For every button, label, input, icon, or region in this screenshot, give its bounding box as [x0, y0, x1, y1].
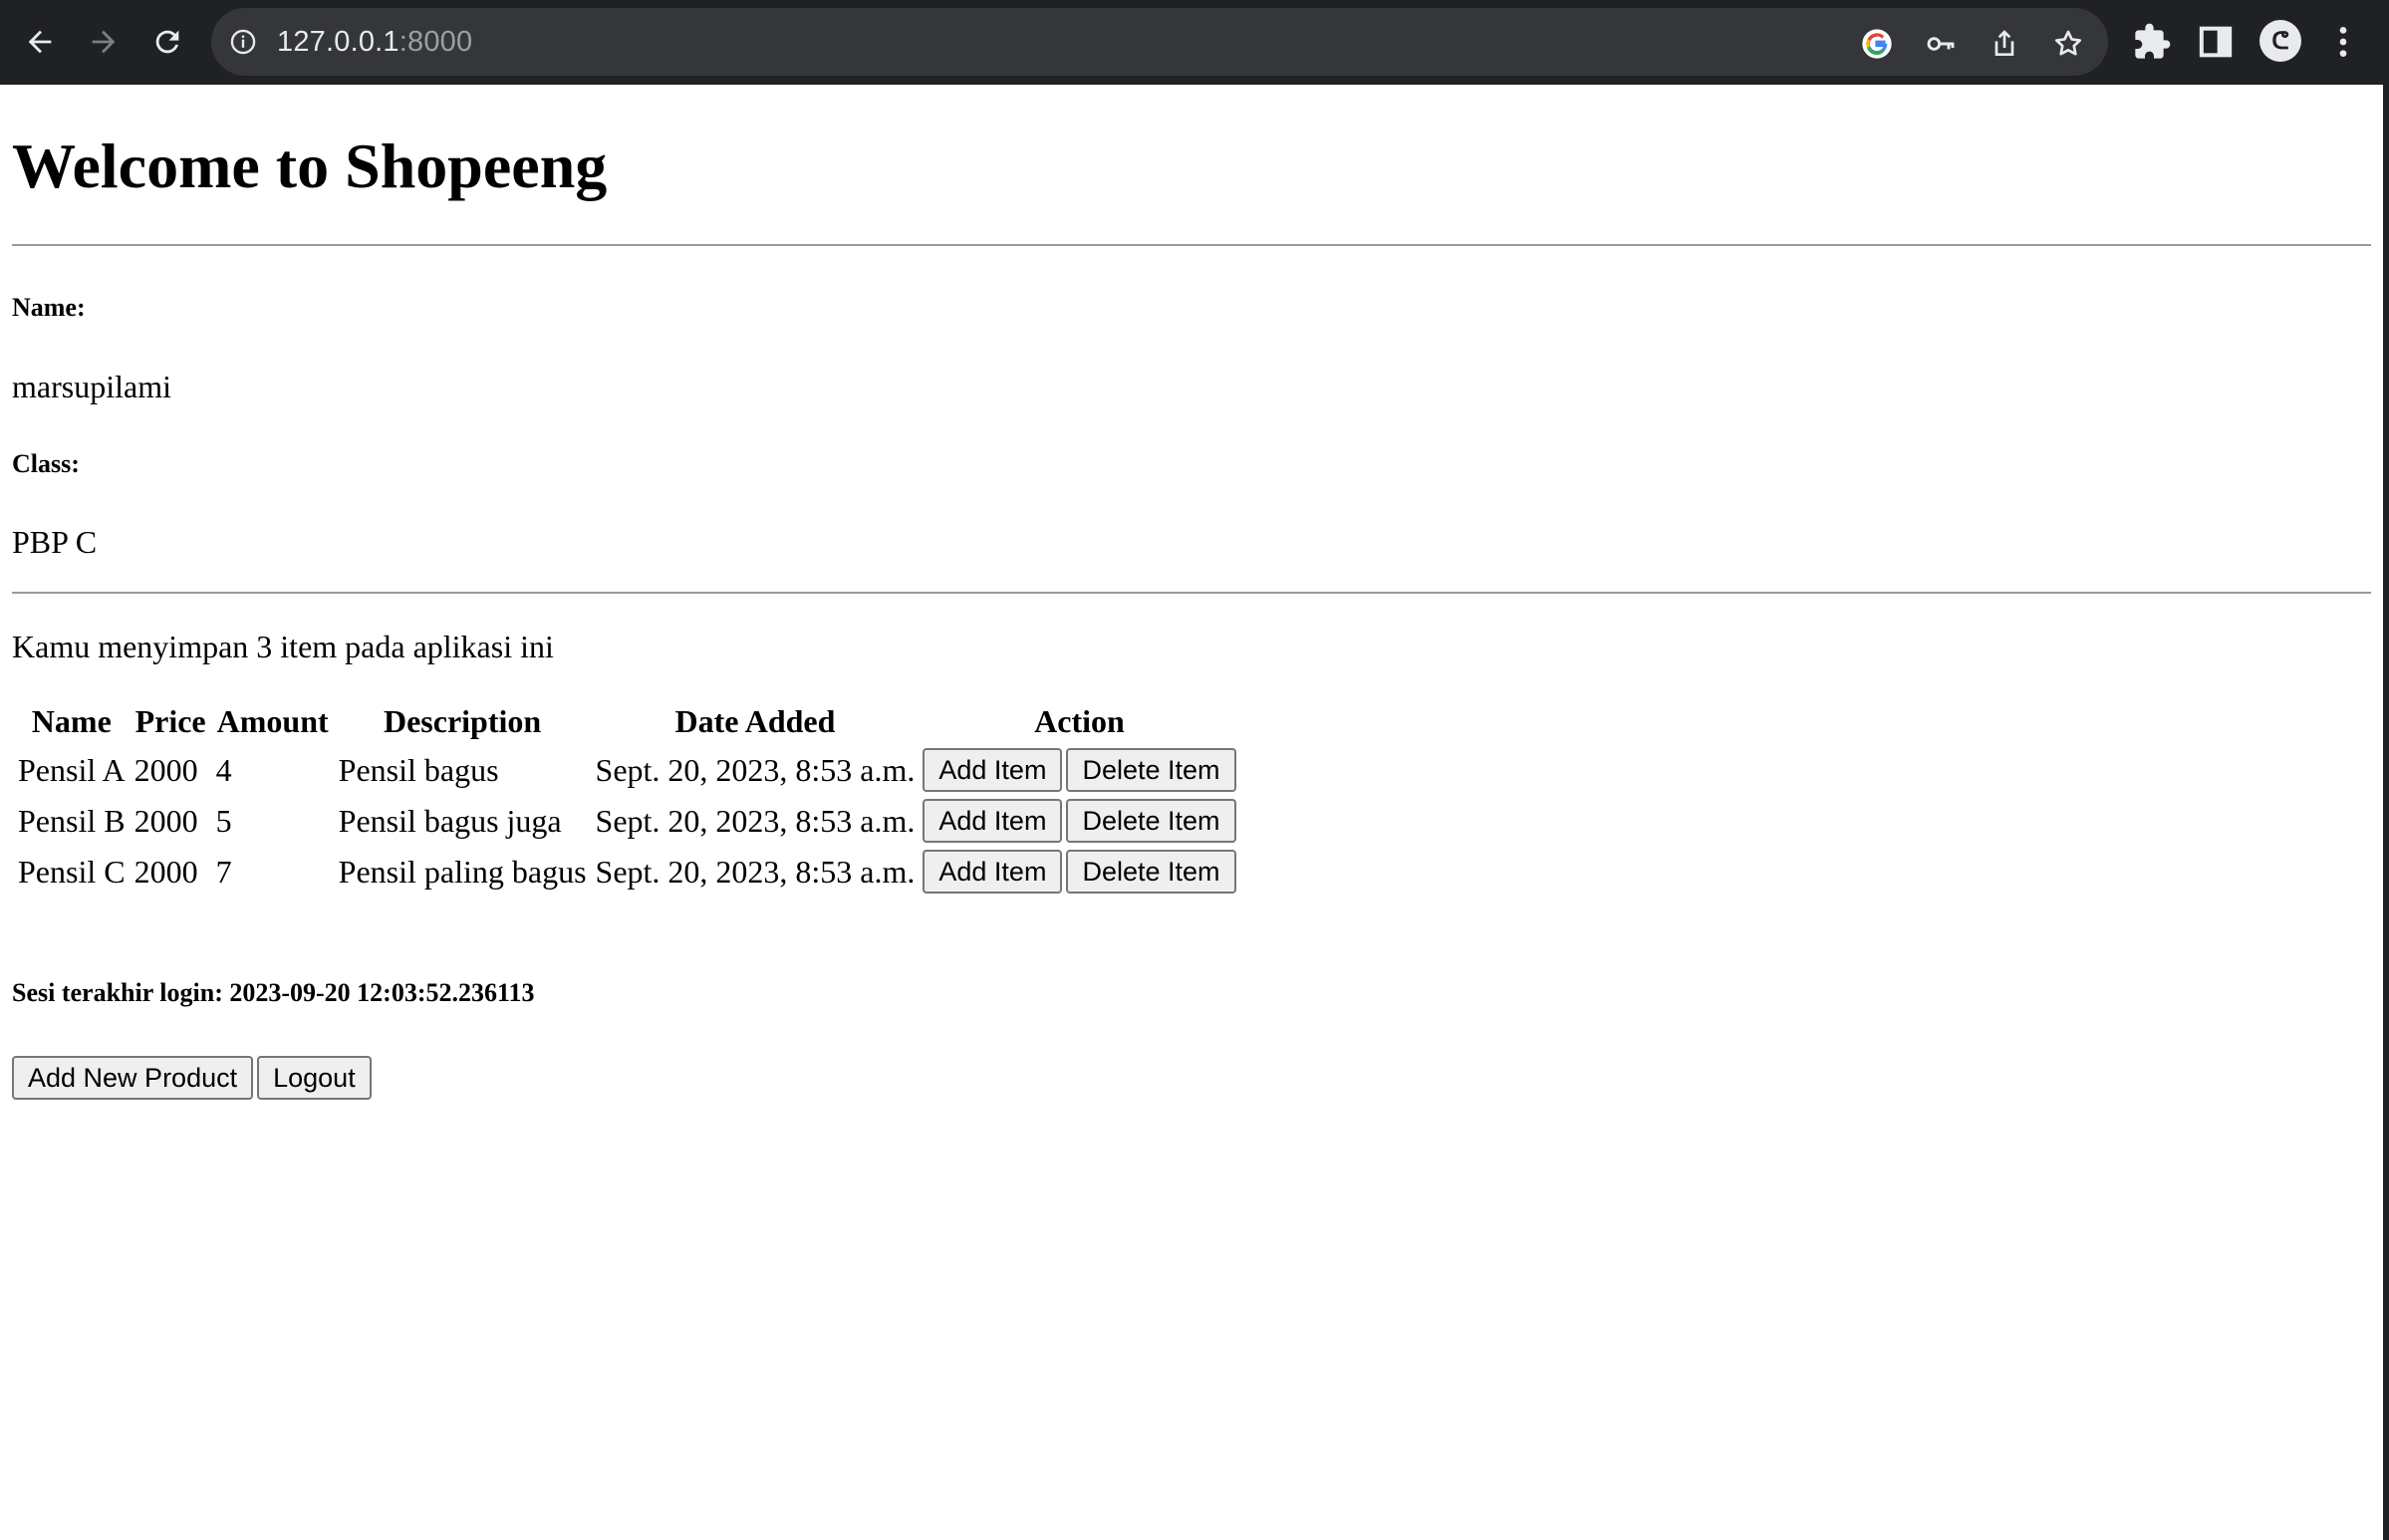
kebab-menu-icon[interactable] [2323, 22, 2363, 62]
share-icon[interactable] [1989, 28, 2020, 60]
google-lens-icon[interactable] [1861, 28, 1893, 60]
cell-description: Pensil paling bagus [338, 853, 587, 890]
url-text[interactable]: 127.0.0.1:8000 [277, 8, 472, 76]
extensions-puzzle-icon[interactable] [2132, 22, 2172, 62]
logout-button[interactable]: Logout [257, 1056, 372, 1100]
header-name: Name [31, 702, 112, 739]
cell-description: Pensil bagus [338, 751, 499, 788]
delete-item-button[interactable]: Delete Item [1066, 748, 1236, 792]
cell-amount: 5 [215, 802, 232, 839]
add-item-button[interactable]: Add Item [923, 850, 1063, 894]
cell-description: Pensil bagus juga [338, 802, 562, 839]
cell-action: Add Item Delete Item [921, 746, 1237, 794]
cell-name: Pensil B [18, 802, 126, 839]
divider-middle [12, 592, 2371, 594]
class-label: Class: [12, 449, 80, 478]
cell-amount: 7 [215, 853, 232, 890]
window-edge [2383, 85, 2389, 1540]
key-icon[interactable] [1925, 28, 1957, 60]
add-new-product-button[interactable]: Add New Product [12, 1056, 254, 1100]
cell-action: Add Item Delete Item [921, 797, 1237, 845]
name-label: Name: [12, 293, 86, 322]
cell-action: Add Item Delete Item [921, 848, 1237, 896]
back-arrow-icon [28, 30, 52, 54]
table-row: Pensil A 2000 4 Pensil bagus Sept. 20, 2… [15, 746, 1238, 794]
site-info-icon[interactable] [229, 28, 257, 56]
add-item-button[interactable]: Add Item [923, 799, 1063, 843]
header-amount: Amount [216, 702, 329, 739]
table-header-row: Name Price Amount Description Date Added… [15, 699, 1238, 743]
forward-button[interactable] [82, 20, 126, 64]
header-date-added: Date Added [674, 702, 836, 739]
add-item-button[interactable]: Add Item [923, 748, 1063, 792]
header-description: Description [383, 702, 542, 739]
back-button[interactable] [18, 20, 62, 64]
table-row: Pensil B 2000 5 Pensil bagus juga Sept. … [15, 797, 1238, 845]
cell-price: 2000 [133, 751, 198, 788]
table-row: Pensil C 2000 7 Pensil paling bagus Sept… [15, 848, 1238, 896]
cell-name: Pensil A [18, 751, 126, 788]
name-value: marsupilami [12, 369, 171, 404]
browser-toolbar: 127.0.0.1:8000 ᕦ [0, 0, 2389, 85]
url-port: :8000 [398, 26, 473, 58]
reload-button[interactable] [145, 20, 189, 64]
cell-name: Pensil C [18, 853, 126, 890]
reload-icon [155, 30, 179, 54]
item-count-summary: Kamu menyimpan 3 item pada aplikasi ini [12, 629, 554, 664]
divider-top [12, 244, 2371, 246]
cell-date-added: Sept. 20, 2023, 8:53 a.m. [595, 751, 916, 788]
bookmark-star-icon[interactable] [2052, 28, 2084, 60]
cell-amount: 4 [215, 751, 232, 788]
profile-avatar[interactable]: ᕦ [2259, 20, 2301, 62]
side-panel-icon[interactable] [2196, 22, 2236, 62]
cell-date-added: Sept. 20, 2023, 8:53 a.m. [595, 853, 916, 890]
last-login-text: Sesi terakhir login: 2023-09-20 12:03:52… [12, 978, 535, 1007]
product-table: Name Price Amount Description Date Added… [12, 696, 1241, 898]
header-price: Price [134, 702, 206, 739]
forward-arrow-icon [92, 30, 116, 54]
cell-date-added: Sept. 20, 2023, 8:53 a.m. [595, 802, 916, 839]
cell-price: 2000 [133, 853, 198, 890]
address-bar[interactable]: 127.0.0.1:8000 [211, 8, 2108, 76]
header-action: Action [1034, 702, 1125, 739]
cell-price: 2000 [133, 802, 198, 839]
delete-item-button[interactable]: Delete Item [1066, 850, 1236, 894]
class-value: PBP C [12, 524, 98, 560]
url-host: 127.0.0.1 [277, 26, 399, 58]
page-title: Welcome to Shopeeng [12, 130, 608, 201]
delete-item-button[interactable]: Delete Item [1066, 799, 1236, 843]
bottom-actions: Add New Product Logout [12, 1056, 372, 1100]
